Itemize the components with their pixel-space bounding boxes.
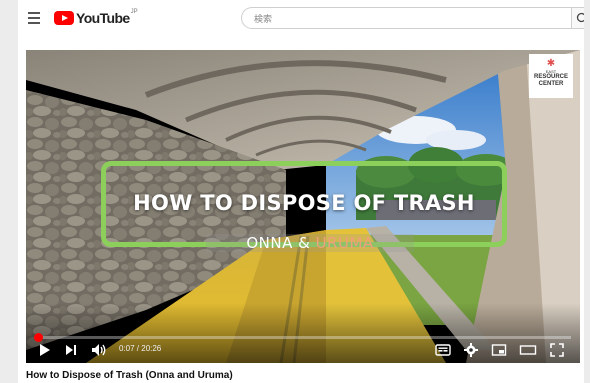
settings-icon[interactable] [463,342,479,358]
subtitle-uruma: URUMA [310,234,374,252]
video-title[interactable]: How to Dispose of Trash (Onna and Uruma) [26,370,233,381]
video-subtitle-overlay: ONNA & URUMA [206,234,414,252]
fullscreen-icon[interactable] [549,342,565,358]
video-player[interactable]: HOW TO DISPOSE OF TRASH ONNA & URUMA ✱ E… [26,50,580,363]
subtitles-icon[interactable] [435,342,451,358]
page: YouTube JP 検索 HOW TO DISPOSE OF TRASH ON… [18,0,584,383]
next-icon[interactable] [64,342,78,358]
theater-icon[interactable] [519,342,537,358]
search-icon [576,12,584,23]
search-input[interactable]: 検索 [241,7,571,29]
channel-watermark[interactable]: ✱ EAST RESOURCE CENTER [529,54,573,98]
logo-star-icon: ✱ [546,58,556,69]
logo-line2: RESOURCE [533,74,568,80]
volume-icon[interactable] [90,342,108,358]
play-icon[interactable] [38,342,52,358]
youtube-play-icon [54,11,74,25]
search-placeholder: 検索 [254,14,273,24]
miniplayer-icon[interactable] [491,342,507,358]
progress-bar[interactable] [35,336,571,339]
logo-line3: CENTER [538,81,564,87]
youtube-logo[interactable]: YouTube JP [54,9,138,26]
subtitle-amp: & [298,234,311,252]
subtitle-onna: ONNA [246,234,299,252]
search-button[interactable] [571,7,584,29]
logo-region: JP [130,9,138,15]
logo-text: YouTube [76,10,130,26]
header: YouTube JP 検索 [18,0,584,38]
time-display: 0:07 / 20:26 [119,344,162,353]
video-title-overlay: HOW TO DISPOSE OF TRASH [133,191,475,215]
menu-icon[interactable] [28,12,40,24]
